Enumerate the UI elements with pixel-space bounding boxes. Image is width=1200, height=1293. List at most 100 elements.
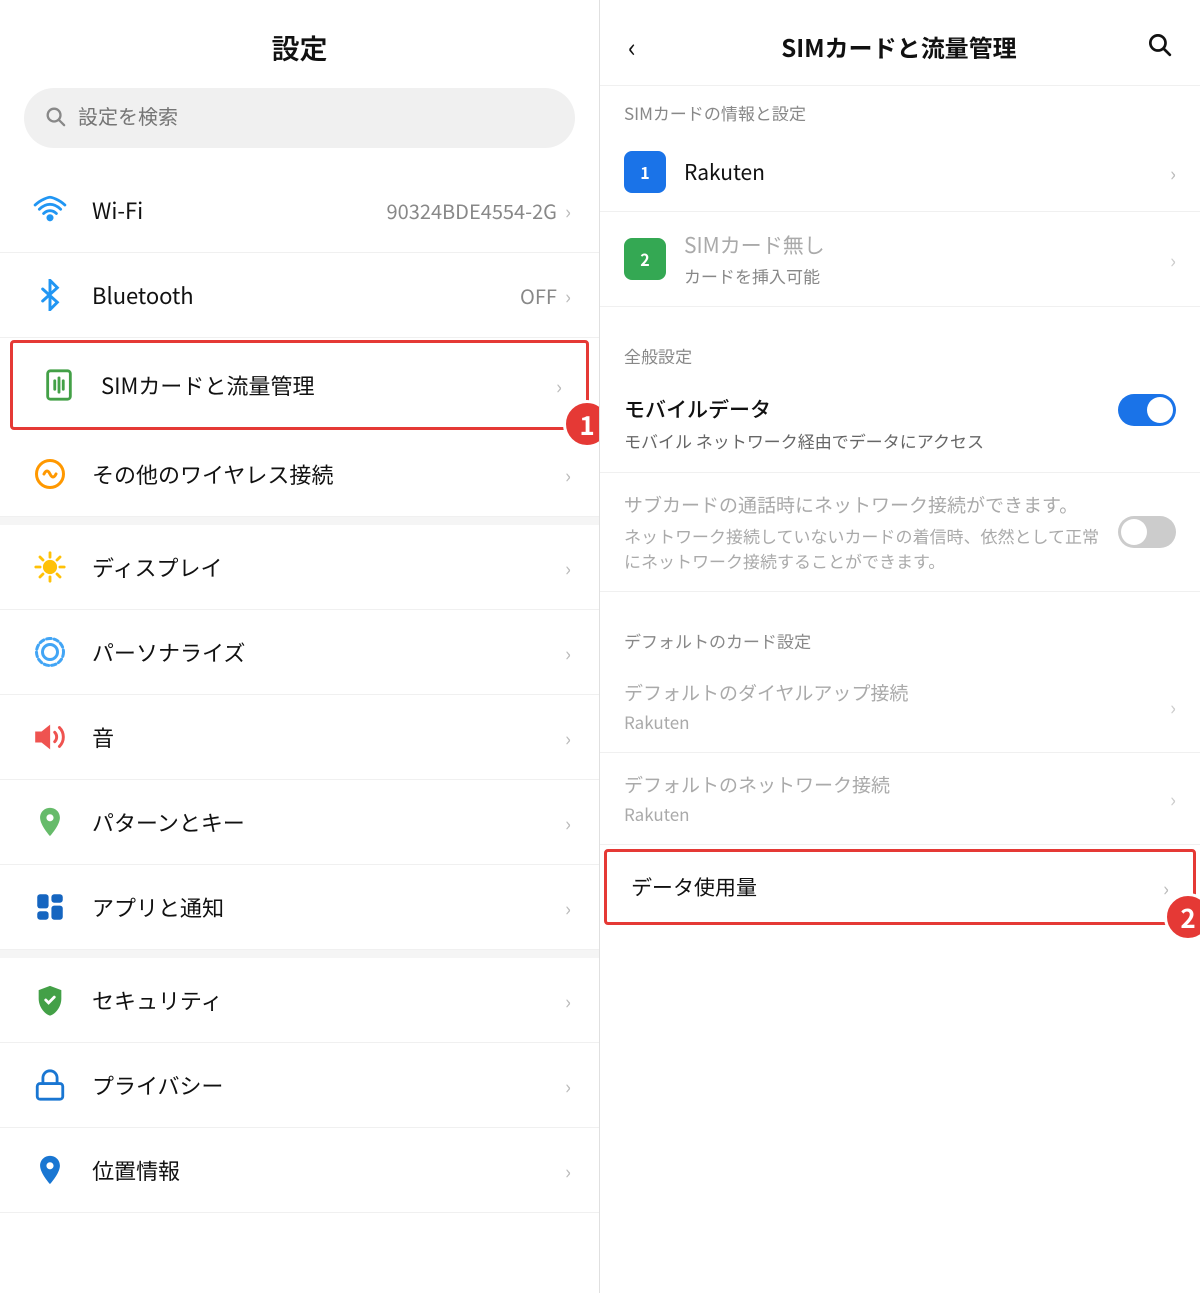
- subcard-toggle[interactable]: [1118, 516, 1176, 548]
- subcard-toggle-wrap: [1118, 516, 1176, 548]
- search-input[interactable]: [78, 107, 555, 130]
- sim2-chevron: ›: [1170, 245, 1176, 274]
- badge-2: 2: [1164, 893, 1200, 941]
- bluetooth-label: Bluetooth: [92, 279, 520, 311]
- left-panel: 設定 Wi-Fi 90324BDE4554-2G ›: [0, 0, 600, 1293]
- personalize-icon: [28, 630, 72, 674]
- privacy-chevron: ›: [565, 1071, 571, 1100]
- sim-section-label: SIMカードの情報と設定: [600, 86, 1200, 133]
- sim-icon: [37, 363, 81, 407]
- search-icon: [44, 102, 66, 134]
- sim2-text: SIMカード無し カードを挿入可能: [684, 230, 1170, 288]
- bluetooth-chevron: ›: [565, 281, 571, 310]
- sound-label: 音: [92, 721, 565, 753]
- pattern-icon: [28, 800, 72, 844]
- display-label: ディスプレイ: [92, 551, 565, 583]
- security-icon: [28, 978, 72, 1022]
- default-card-label: デフォルトのカード設定: [600, 616, 1200, 661]
- wifi-value: 90324BDE4554-2G: [387, 196, 557, 225]
- subcard-knob: [1121, 519, 1147, 545]
- right-divider-2: [600, 592, 1200, 616]
- right-header: ‹ SIMカードと流量管理: [600, 0, 1200, 86]
- search-bar[interactable]: [24, 88, 575, 148]
- subcard-desc: ネットワーク接続していないカードの着信時、依然として正常にネットワーク接続するこ…: [624, 523, 1106, 573]
- app-icon: [28, 885, 72, 929]
- bluetooth-icon: [28, 273, 72, 317]
- sim1-chevron: ›: [1170, 158, 1176, 187]
- security-label: セキュリティ: [92, 984, 565, 1016]
- default-dialup-row[interactable]: デフォルトのダイヤルアップ接続 Rakuten ›: [600, 661, 1200, 753]
- sim1-item[interactable]: 1 Rakuten ›: [600, 133, 1200, 212]
- privacy-icon: [28, 1063, 72, 1107]
- sim1-badge: 1: [624, 151, 666, 193]
- general-settings-label: 全般設定: [600, 331, 1200, 376]
- subcard-texts: サブカードの通話時にネットワーク接続ができます。 ネットワーク接続していないカー…: [624, 491, 1106, 574]
- right-divider-1: [600, 307, 1200, 331]
- settings-item-display[interactable]: ディスプレイ ›: [0, 525, 599, 610]
- personalize-chevron: ›: [565, 638, 571, 667]
- data-usage-chevron: ›: [1163, 873, 1169, 902]
- mobile-data-row[interactable]: モバイルデータ モバイル ネットワーク経由でデータにアクセス: [600, 376, 1200, 473]
- bluetooth-value: OFF: [520, 281, 557, 310]
- right-title: SIMカードと流量管理: [660, 29, 1138, 64]
- default-dialup-value: Rakuten: [624, 709, 1170, 734]
- mobile-data-desc: モバイル ネットワーク経由でデータにアクセス: [624, 428, 1118, 454]
- mobile-data-text: モバイルデータ モバイル ネットワーク経由でデータにアクセス: [624, 394, 1118, 454]
- settings-item-sim[interactable]: SIMカードと流量管理 ›: [10, 340, 589, 430]
- wifi-icon: [28, 188, 72, 232]
- sim2-badge: 2: [624, 238, 666, 280]
- settings-title: 設定: [0, 0, 599, 88]
- subcard-main: サブカードの通話時にネットワーク接続ができます。: [624, 491, 1106, 520]
- subcard-row: サブカードの通話時にネットワーク接続ができます。 ネットワーク接続していないカー…: [600, 473, 1200, 593]
- divider-1: [0, 517, 599, 525]
- display-chevron: ›: [565, 553, 571, 582]
- settings-item-wifi[interactable]: Wi-Fi 90324BDE4554-2G ›: [0, 168, 599, 253]
- toggle-knob: [1147, 397, 1173, 423]
- wireless-icon: [28, 452, 72, 496]
- default-dialup-text: デフォルトのダイヤルアップ接続 Rakuten: [624, 679, 1170, 734]
- wifi-chevron: ›: [565, 196, 571, 225]
- settings-list: Wi-Fi 90324BDE4554-2G › Bluetooth OFF ›: [0, 168, 599, 1213]
- sim1-name: Rakuten: [684, 157, 1170, 187]
- settings-item-wireless[interactable]: その他のワイヤレス接続 ›: [0, 432, 599, 517]
- wireless-chevron: ›: [565, 460, 571, 489]
- sim2-name: SIMカード無し: [684, 230, 1170, 260]
- settings-item-location[interactable]: 位置情報 ›: [0, 1128, 599, 1213]
- settings-item-sound[interactable]: 音 ›: [0, 695, 599, 780]
- location-icon: [28, 1148, 72, 1192]
- data-usage-highlighted-wrapper: データ使用量 › 2: [604, 849, 1196, 925]
- network-chevron: ›: [1170, 784, 1176, 813]
- default-dialup-label: デフォルトのダイヤルアップ接続: [624, 679, 1170, 706]
- right-search-button[interactable]: [1138, 24, 1180, 69]
- back-button[interactable]: ‹: [620, 24, 644, 69]
- mobile-data-toggle[interactable]: [1118, 394, 1176, 426]
- right-panel: ‹ SIMカードと流量管理 SIMカードの情報と設定 1 Rakuten › 2…: [600, 0, 1200, 1293]
- settings-item-app[interactable]: アプリと通知 ›: [0, 865, 599, 950]
- mobile-data-label: モバイルデータ: [624, 394, 1118, 424]
- pattern-label: パターンとキー: [92, 806, 565, 838]
- sim-chevron: ›: [556, 371, 562, 400]
- subcard-inner: サブカードの通話時にネットワーク接続ができます。 ネットワーク接続していないカー…: [624, 491, 1176, 574]
- default-network-text: デフォルトのネットワーク接続 Rakuten: [624, 771, 1170, 826]
- wireless-label: その他のワイヤレス接続: [92, 458, 565, 490]
- default-network-row[interactable]: デフォルトのネットワーク接続 Rakuten ›: [600, 753, 1200, 845]
- location-label: 位置情報: [92, 1154, 565, 1186]
- data-usage-row[interactable]: データ使用量 ›: [604, 849, 1196, 925]
- default-network-value: Rakuten: [624, 801, 1170, 826]
- display-icon: [28, 545, 72, 589]
- privacy-label: プライバシー: [92, 1069, 565, 1101]
- sim2-item[interactable]: 2 SIMカード無し カードを挿入可能 ›: [600, 212, 1200, 307]
- settings-item-privacy[interactable]: プライバシー ›: [0, 1043, 599, 1128]
- divider-2: [0, 950, 599, 958]
- sim1-text: Rakuten: [684, 157, 1170, 187]
- settings-item-pattern[interactable]: パターンとキー ›: [0, 780, 599, 865]
- wifi-label: Wi-Fi: [92, 194, 387, 226]
- sim-label: SIMカードと流量管理: [101, 369, 556, 401]
- dialup-chevron: ›: [1170, 692, 1176, 721]
- app-chevron: ›: [565, 893, 571, 922]
- settings-item-bluetooth[interactable]: Bluetooth OFF ›: [0, 253, 599, 338]
- settings-item-security[interactable]: セキュリティ ›: [0, 958, 599, 1043]
- settings-item-personalize[interactable]: パーソナライズ ›: [0, 610, 599, 695]
- sound-icon: [28, 715, 72, 759]
- pattern-chevron: ›: [565, 808, 571, 837]
